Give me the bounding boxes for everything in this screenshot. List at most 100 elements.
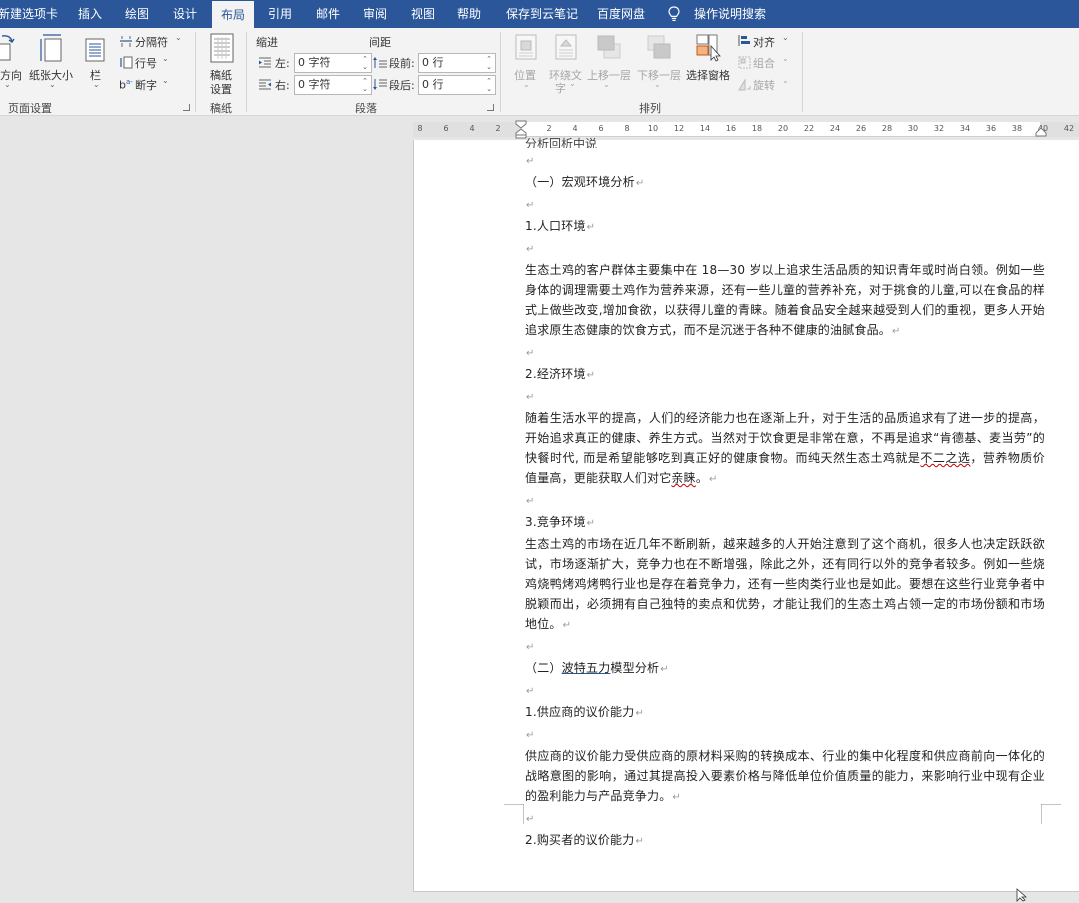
spinner-arrows-icon[interactable]: ⌃ ⌄ bbox=[486, 77, 492, 93]
indent-left-label: 左: bbox=[275, 57, 290, 70]
send-backward-chevron-icon: ⌄ bbox=[654, 80, 661, 89]
spelling-flag: 不二之选 bbox=[920, 451, 971, 465]
tab-layout[interactable]: 布局 bbox=[212, 1, 255, 28]
paragraph-mark: ↵ bbox=[526, 244, 535, 255]
document-body[interactable]: ↵ （一）宏观环境分析↵ ↵ 1.人口环境↵ ↵ 生态土鸡的客户群体主要集中在 … bbox=[525, 150, 1045, 852]
tab-save-to-cloud-note[interactable]: 保存到云笔记 bbox=[506, 0, 578, 28]
hyphenation-button[interactable]: 断字 bbox=[135, 77, 157, 93]
spacing-header: 间距 bbox=[369, 36, 391, 49]
heading-macro-environment: （一）宏观环境分析↵ bbox=[525, 175, 645, 189]
tab-new-tab[interactable]: 新建选项卡 bbox=[0, 0, 58, 28]
heading-buyer-power: 2.购买者的议价能力↵ bbox=[525, 833, 645, 847]
group-objects-chevron-icon: ⌄ bbox=[782, 54, 789, 63]
paragraph-mark: ↵ bbox=[526, 642, 535, 653]
ruler-tick: 28 bbox=[881, 124, 893, 133]
tab-draw[interactable]: 绘图 bbox=[125, 0, 149, 28]
spacing-after-label: 段后: bbox=[389, 79, 415, 92]
paragraph-economy: 随着生活水平的提高，人们的经济能力也在逐渐上升，对于生活的品质追求有了进一步的提… bbox=[525, 411, 1045, 485]
rotate-button[interactable]: 旋转 bbox=[753, 77, 775, 93]
heading-supplier-power: 1.供应商的议价能力↵ bbox=[525, 705, 645, 719]
ruler-tick: 14 bbox=[699, 124, 711, 133]
page-setup-dialog-launcher[interactable] bbox=[183, 104, 190, 111]
bring-forward-chevron-icon: ⌄ bbox=[603, 80, 610, 89]
spinner-arrows-icon[interactable]: ⌃ ⌄ bbox=[362, 77, 368, 93]
rotate-chevron-icon: ⌄ bbox=[782, 76, 789, 85]
ruler-tick: 18 bbox=[751, 124, 763, 133]
ruler-tick: 4 bbox=[572, 124, 578, 133]
paragraph-mark: ↵ bbox=[526, 156, 535, 167]
selection-pane-icon bbox=[696, 34, 721, 62]
spacing-before-value[interactable]: 0 行 bbox=[422, 56, 444, 69]
page-setup-group-label: 页面设置 bbox=[8, 102, 52, 115]
spacing-after-value[interactable]: 0 行 bbox=[422, 78, 444, 91]
ruler-tick: 42 bbox=[1063, 124, 1075, 133]
breaks-icon bbox=[120, 36, 132, 47]
ruler-tick: 6 bbox=[598, 124, 604, 133]
ruler-tick: 26 bbox=[855, 124, 867, 133]
line-numbers-button[interactable]: 行号 bbox=[135, 55, 157, 71]
paragraph-mark: ↵ bbox=[526, 200, 535, 211]
hyphenation-chevron-icon: ⌄ bbox=[162, 76, 169, 85]
indent-right-value[interactable]: 0 字符 bbox=[298, 78, 331, 91]
tab-baidu-netdisk[interactable]: 百度网盘 bbox=[597, 0, 645, 28]
paragraph-supplier-power: 供应商的议价能力受供应商的原材料采购的转换成本、行业的集中化程度和供应商前向一体… bbox=[525, 749, 1045, 803]
lightbulb-icon bbox=[668, 6, 680, 21]
position-icon bbox=[515, 34, 537, 60]
ribbon-layout: 方向 ⌄ 纸张大小 ⌄ 栏 ⌄ 分隔符 ⌄ 行号 ⌄ ba- 断字 ⌄ 页面设置 bbox=[0, 28, 1079, 116]
align-chevron-icon: ⌄ bbox=[782, 33, 789, 42]
spelling-flag: 亲睐 bbox=[671, 471, 696, 485]
tab-references[interactable]: 引用 bbox=[268, 0, 292, 28]
spacing-before-spinner[interactable]: 0 行 ⌃ ⌄ bbox=[418, 53, 496, 73]
margin-corner-mark bbox=[1041, 804, 1061, 824]
ribbon-separator bbox=[195, 32, 196, 112]
ruler-tick: 16 bbox=[725, 124, 737, 133]
tab-review[interactable]: 审阅 bbox=[363, 0, 387, 28]
mouse-cursor-icon bbox=[1016, 888, 1028, 902]
tab-view[interactable]: 视图 bbox=[411, 0, 435, 28]
manuscript-group-label: 稿纸 bbox=[210, 102, 232, 115]
hyphenation-icon: ba- bbox=[119, 78, 133, 92]
paragraph-mark: ↵ bbox=[526, 392, 535, 403]
ruler-tick: 34 bbox=[959, 124, 971, 133]
group-objects-button[interactable]: 组合 bbox=[753, 55, 775, 71]
tab-mailings[interactable]: 邮件 bbox=[316, 0, 340, 28]
ruler-tick: 2 bbox=[495, 124, 501, 133]
selection-pane-button[interactable]: 选择窗格 bbox=[686, 67, 730, 83]
paragraph-dialog-launcher[interactable] bbox=[487, 104, 494, 111]
ruler-tick: 32 bbox=[933, 124, 945, 133]
breaks-chevron-icon: ⌄ bbox=[175, 33, 182, 42]
paragraph-competition: 生态土鸡的市场在近几年不断刷新，越来越多的人开始注意到了这个商机，很多人也决定跃… bbox=[525, 537, 1045, 631]
tab-design[interactable]: 设计 bbox=[173, 0, 197, 28]
spacing-after-icon bbox=[373, 79, 387, 90]
paragraph-mark: ↵ bbox=[526, 686, 535, 697]
page-size-icon bbox=[40, 34, 62, 62]
send-backward-icon bbox=[647, 35, 671, 59]
line-numbers-icon bbox=[120, 56, 133, 69]
ruler-tick: 38 bbox=[1011, 124, 1023, 133]
spacing-before-icon bbox=[373, 57, 387, 68]
paragraph-population: 生态土鸡的客户群体主要集中在 18—30 岁以上追求生活品质的知识青年或时尚白领… bbox=[525, 263, 1045, 337]
spinner-arrows-icon[interactable]: ⌃ ⌄ bbox=[486, 55, 492, 71]
spinner-arrows-icon[interactable]: ⌃ ⌄ bbox=[362, 55, 368, 71]
spacing-after-spinner[interactable]: 0 行 ⌃ ⌄ bbox=[418, 75, 496, 95]
group-objects-icon bbox=[738, 56, 751, 69]
tell-me-search[interactable]: 操作说明搜索 bbox=[694, 0, 766, 28]
align-button[interactable]: 对齐 bbox=[753, 34, 775, 50]
ribbon-separator bbox=[500, 32, 501, 112]
ruler-tick: 12 bbox=[673, 124, 685, 133]
ribbon-separator bbox=[246, 32, 247, 112]
indent-left-value[interactable]: 0 字符 bbox=[298, 56, 331, 69]
margin-corner-mark bbox=[504, 804, 524, 824]
right-indent-marker-icon[interactable] bbox=[1035, 127, 1047, 137]
indent-left-spinner[interactable]: 0 字符 ⌃ ⌄ bbox=[294, 53, 372, 73]
ruler-tick: 6 bbox=[443, 124, 449, 133]
position-chevron-icon: ⌄ bbox=[523, 80, 530, 89]
document-page[interactable]: 分析回析中说 ↵ （一）宏观环境分析↵ ↵ 1.人口环境↵ ↵ 生态土鸡的客户群… bbox=[413, 137, 1079, 902]
ruler-tick: 20 bbox=[777, 124, 789, 133]
tab-help[interactable]: 帮助 bbox=[457, 0, 481, 28]
ruler-left-margin bbox=[413, 122, 520, 137]
tab-insert[interactable]: 插入 bbox=[78, 0, 102, 28]
ruler-tick: 2 bbox=[546, 124, 552, 133]
indent-right-spinner[interactable]: 0 字符 ⌃ ⌄ bbox=[294, 75, 372, 95]
breaks-button[interactable]: 分隔符 bbox=[135, 34, 168, 50]
